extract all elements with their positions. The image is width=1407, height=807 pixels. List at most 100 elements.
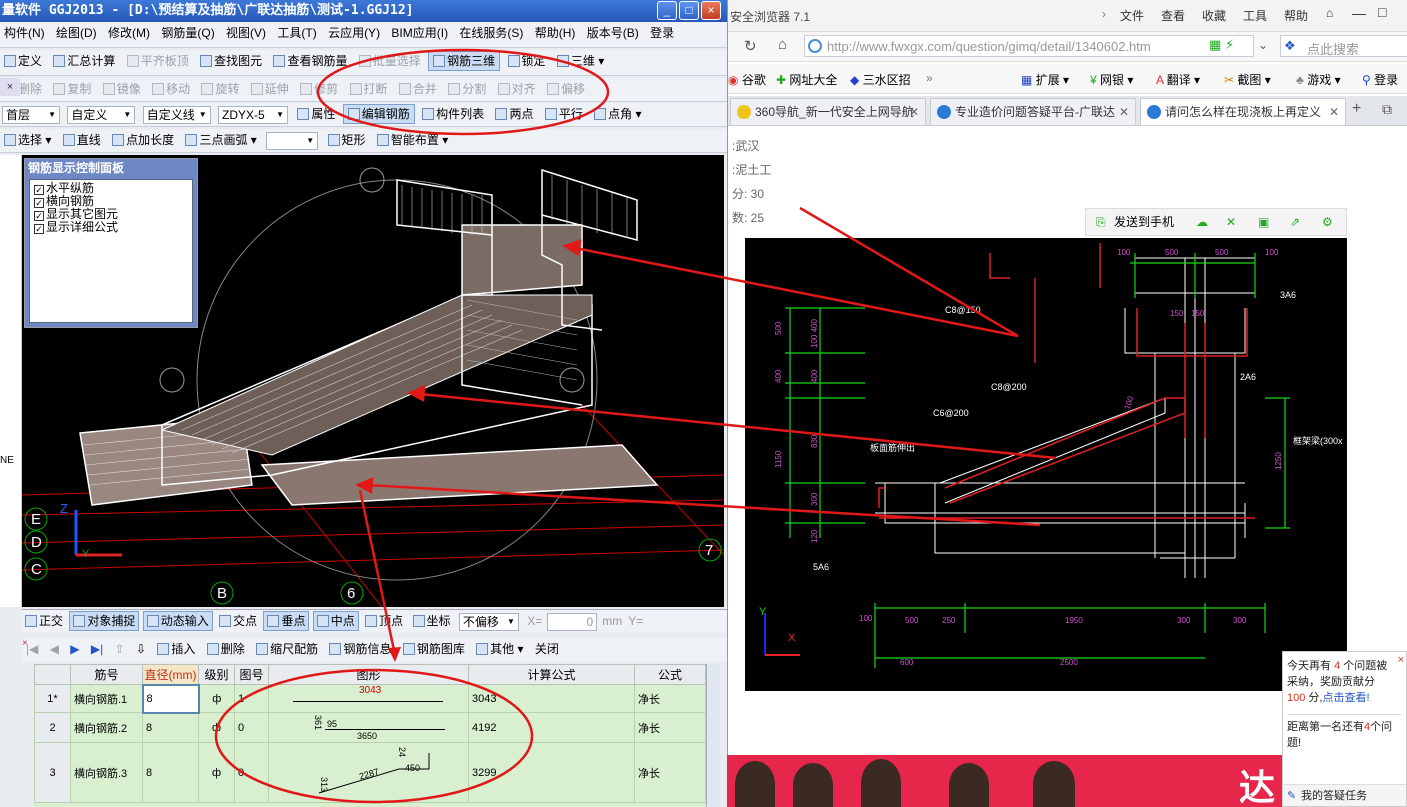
menu-item[interactable]: 视图(V): [222, 22, 270, 44]
browser-minimize-icon[interactable]: —: [1352, 5, 1366, 21]
bar-name-cell[interactable]: 横向钢筋.1: [70, 684, 143, 713]
minimize-button[interactable]: _: [657, 1, 677, 20]
smart-layout-button[interactable]: 智能布置 ▾: [373, 129, 452, 151]
coordinate-toggle[interactable]: 坐标: [410, 610, 454, 632]
table-row[interactable]: 2 横向钢筋.2 8 ф 0 361 95 3650 4192 净长: [34, 712, 706, 743]
insert-button[interactable]: 插入: [153, 638, 199, 660]
menu-item[interactable]: 构件(N): [0, 22, 49, 44]
merge-button[interactable]: 合并: [395, 78, 441, 100]
close-panel-icon[interactable]: ×: [0, 78, 20, 96]
two-point-button[interactable]: 两点: [491, 103, 537, 125]
grid-scrollbar[interactable]: [706, 664, 720, 807]
type-select[interactable]: 自定义 ▼: [67, 105, 136, 124]
cloud-icon[interactable]: ☁: [1196, 209, 1208, 235]
tab-current-question[interactable]: 请问怎么样在现浇板上再定义 ✕: [1140, 98, 1346, 125]
bank-button[interactable]: ¥ 网银 ▾: [1090, 71, 1133, 88]
option-show-formula[interactable]: ✓ 显示详细公式: [34, 221, 188, 234]
shape-cell[interactable]: 361 95 3650: [268, 712, 469, 743]
bar-name-cell[interactable]: 横向钢筋.3: [70, 742, 143, 803]
tab-glodon-qa[interactable]: 专业造价问题答疑平台-广联达 ✕: [930, 98, 1136, 125]
x-input[interactable]: 0: [547, 612, 598, 631]
split-button[interactable]: 分割: [444, 78, 490, 100]
mirror-button[interactable]: 镜像: [99, 78, 145, 100]
view-3d-dropdown[interactable]: 三维 ▾: [553, 50, 608, 72]
scale-rebar-button[interactable]: 缩尺配筋: [252, 638, 322, 660]
point-length-button[interactable]: 点加长度: [108, 129, 178, 151]
login-button[interactable]: ⚲ 登录: [1362, 71, 1398, 88]
fullscreen-icon[interactable]: ✕: [1226, 209, 1236, 235]
define-button[interactable]: 定义: [0, 50, 46, 72]
browser-maximize-icon[interactable]: □: [1378, 4, 1386, 20]
menu-item[interactable]: 工具(T): [273, 22, 320, 44]
browser-menu-help[interactable]: 帮助: [1284, 7, 1308, 24]
ortho-toggle[interactable]: 正交: [22, 610, 66, 632]
browser-menu-file[interactable]: 文件: [1120, 7, 1144, 24]
tab-360-nav[interactable]: 360导航_新一代安全上网导航 ✕: [730, 98, 926, 125]
settings-icon[interactable]: ⚙: [1322, 209, 1333, 235]
rebar-3d-button[interactable]: 钢筋三维: [428, 51, 501, 71]
close-button[interactable]: ×: [701, 1, 721, 20]
tab-close-icon[interactable]: ✕: [909, 99, 919, 125]
prev-record-button[interactable]: ◀: [46, 638, 63, 660]
save-icon[interactable]: ▣: [1258, 209, 1269, 235]
shape-cell[interactable]: 313 2287 450 24: [268, 742, 469, 803]
url-input[interactable]: http://www.fwxgx.com/question/gimq/detai…: [804, 35, 1254, 57]
delete-row-button[interactable]: 删除: [203, 638, 249, 660]
tab-close-icon[interactable]: ✕: [1329, 99, 1339, 125]
popup-close-icon[interactable]: ×: [1398, 652, 1404, 668]
formula-cell[interactable]: 3043: [468, 684, 635, 713]
grid-close-icon[interactable]: ×: [22, 638, 32, 649]
screenshot-button[interactable]: ✂ 截图 ▾: [1224, 71, 1271, 88]
move-down-button[interactable]: ⇩: [132, 638, 150, 660]
popup-view-link[interactable]: 点击查看!: [1322, 692, 1369, 704]
rectangle-button[interactable]: 矩形: [324, 129, 370, 151]
home-icon[interactable]: ⌂: [778, 36, 787, 53]
menu-item[interactable]: 绘图(D): [52, 22, 101, 44]
send-to-phone-button[interactable]: 发送到手机: [1114, 209, 1174, 235]
component-select[interactable]: ZDYX-5 ▼: [218, 105, 289, 124]
align-slab-top-button[interactable]: 平齐板顶: [123, 50, 193, 72]
rebar-info-button[interactable]: 钢筋信息: [325, 638, 395, 660]
menu-item[interactable]: 修改(M): [104, 22, 154, 44]
three-point-arc-button[interactable]: 三点画弧 ▾: [181, 129, 260, 151]
browser-menu-favorites[interactable]: 收藏: [1202, 7, 1226, 24]
lock-button[interactable]: 锁定: [504, 50, 550, 72]
grade-cell[interactable]: ф: [198, 712, 235, 743]
translate-button[interactable]: A 翻译 ▾: [1156, 71, 1200, 88]
url-dropdown-icon[interactable]: ⌄: [1258, 38, 1268, 52]
formula-desc-cell[interactable]: 净长: [634, 684, 706, 713]
tab-close-icon[interactable]: ✕: [1119, 99, 1129, 125]
bookmark-google[interactable]: ◉ 谷歌: [728, 71, 766, 88]
formula-cell[interactable]: 4192: [468, 712, 635, 743]
figure-no-cell[interactable]: 1: [234, 684, 269, 713]
offset-mode-select[interactable]: 不偏移 ▼: [458, 612, 519, 631]
perpendicular-toggle[interactable]: 垂点: [263, 611, 310, 631]
point-angle-button[interactable]: 点角 ▾: [590, 103, 645, 125]
bookmark-web-directory[interactable]: ✚ 网址大全: [776, 71, 837, 88]
games-button[interactable]: ♣ 游戏 ▾: [1296, 71, 1341, 88]
summary-calc-button[interactable]: 汇总计算: [49, 50, 119, 72]
other-dropdown[interactable]: 其他 ▾: [472, 638, 527, 660]
figure-no-cell[interactable]: 0: [234, 712, 269, 743]
batch-select-button[interactable]: 批量选择: [355, 50, 425, 72]
component-list-button[interactable]: 构件列表: [418, 103, 488, 125]
grade-cell[interactable]: ф: [198, 742, 235, 803]
bookmark-sanshui[interactable]: ◆ 三水区招: [850, 71, 911, 88]
move-button[interactable]: 移动: [148, 78, 194, 100]
offset-button[interactable]: 偏移: [543, 78, 589, 100]
vertex-toggle[interactable]: 顶点: [362, 610, 406, 632]
view-rebar-qty-button[interactable]: 查看钢筋量: [269, 50, 351, 72]
menu-item[interactable]: 版本号(B): [583, 22, 643, 44]
lightning-icon[interactable]: ⚡: [1225, 37, 1234, 53]
object-snap-toggle[interactable]: 对象捕捉: [69, 611, 140, 631]
diameter-cell[interactable]: 8: [142, 712, 199, 743]
rebar-table[interactable]: 筋号 直径(mm) 级别 图号 图形 计算公式 公式 1* 横向钢筋.1 8 ф…: [34, 664, 706, 807]
midpoint-toggle[interactable]: 中点: [312, 611, 359, 631]
line-button[interactable]: 直线: [59, 129, 105, 151]
formula-desc-cell[interactable]: 净长: [634, 712, 706, 743]
table-row[interactable]: 3 横向钢筋.3 8 ф 0 313 2287 450 24 3299 净长: [34, 742, 706, 803]
browser-menu-tools[interactable]: 工具: [1243, 7, 1267, 24]
edit-rebar-button[interactable]: 编辑钢筋: [342, 104, 415, 124]
formula-desc-cell[interactable]: 净长: [634, 742, 706, 803]
menu-item[interactable]: 钢筋量(Q): [157, 22, 218, 44]
